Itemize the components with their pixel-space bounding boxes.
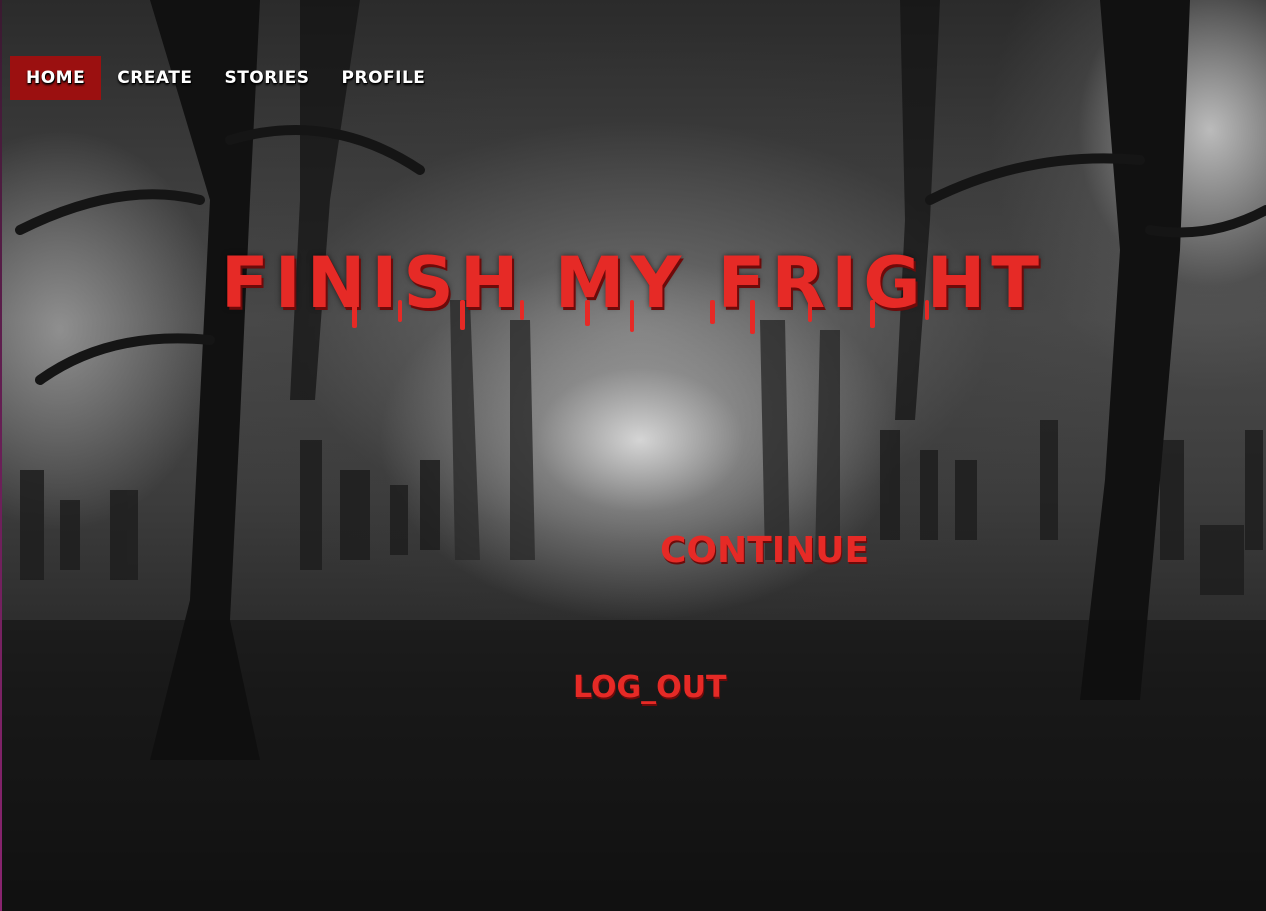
nav-item-profile[interactable]: PROFILE (326, 56, 442, 100)
nav-item-create[interactable]: CREATE (101, 56, 208, 100)
main-nav: HOME CREATE STORIES PROFILE (10, 56, 441, 100)
page-left-border (0, 0, 2, 911)
forest-silhouette (0, 0, 1266, 911)
logout-link[interactable]: LOG_OUT (573, 670, 727, 705)
continue-link[interactable]: CONTINUE (660, 530, 869, 571)
blood-drips-decoration (352, 300, 929, 334)
nav-item-home[interactable]: HOME (10, 56, 102, 100)
nav-item-stories[interactable]: STORIES (208, 56, 325, 100)
foggy-cemetery-background: HOME CREATE STORIES PROFILE FINISH MY FR… (0, 0, 1266, 911)
